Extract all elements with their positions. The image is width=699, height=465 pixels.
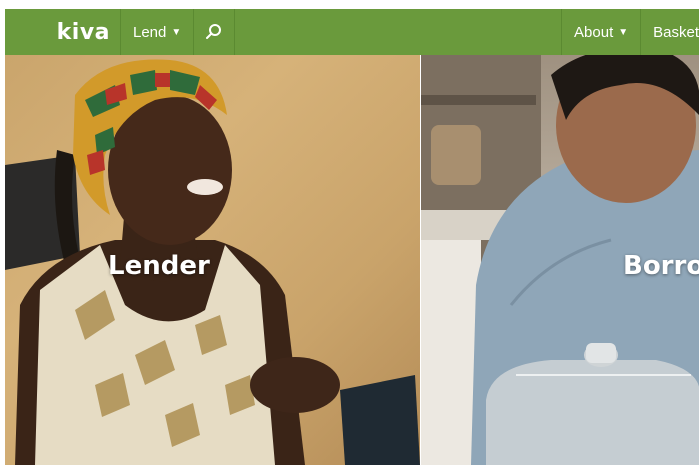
lend-menu-button[interactable]: Lend ▼ bbox=[120, 9, 193, 55]
hero-carousel: Lender Borro bbox=[5, 55, 699, 465]
search-icon bbox=[206, 24, 222, 39]
caret-down-icon: ▼ bbox=[618, 26, 629, 38]
lender-label: Lender bbox=[108, 251, 210, 281]
kiva-logo[interactable]: kiva bbox=[5, 9, 120, 55]
top-navigation-bar: kiva Lend ▼ About ▼ Basket bbox=[5, 9, 699, 55]
about-menu-label: About bbox=[574, 23, 614, 41]
basket-link[interactable]: Basket bbox=[640, 9, 699, 55]
page-frame: kiva Lend ▼ About ▼ Basket Lender Borro bbox=[5, 9, 699, 465]
about-menu-button[interactable]: About ▼ bbox=[561, 9, 640, 55]
lend-menu-label: Lend bbox=[133, 23, 167, 41]
caret-down-icon: ▼ bbox=[171, 26, 182, 38]
borrower-panel[interactable]: Borro bbox=[421, 55, 699, 465]
lender-photo bbox=[5, 59, 420, 465]
lender-panel[interactable]: Lender bbox=[5, 55, 420, 465]
borrower-label: Borro bbox=[623, 251, 699, 281]
basket-label: Basket bbox=[653, 23, 699, 41]
search-button[interactable] bbox=[193, 9, 236, 55]
